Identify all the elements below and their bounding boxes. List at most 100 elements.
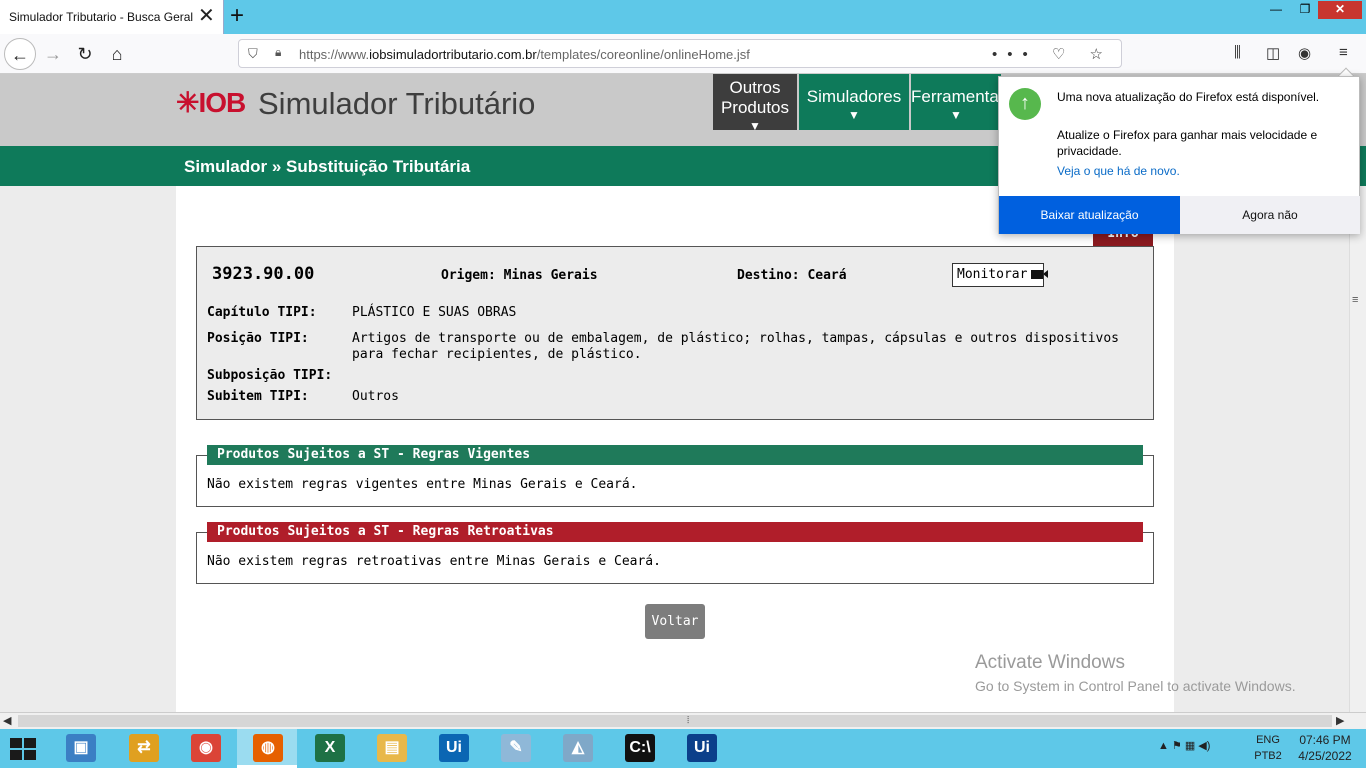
clock-date: 4/25/2022: [1298, 749, 1352, 763]
nav-ferramentas[interactable]: Ferramentas ▼: [911, 74, 1001, 130]
row-value: Outros: [352, 389, 399, 404]
taskbar-app-button[interactable]: ◉: [175, 729, 235, 768]
destination-state: Destino: Ceará: [737, 268, 847, 283]
tray-icons[interactable]: ▲ ⚑ ▦ ◀): [1158, 739, 1210, 752]
scroll-left-icon[interactable]: ◀: [3, 714, 11, 727]
popup-body: Atualize o Firefox para ganhar mais velo…: [1057, 128, 1318, 158]
start-button[interactable]: [10, 738, 38, 762]
clock-time: 07:46 PM: [1299, 733, 1351, 747]
nav-label: Outros Produtos: [720, 78, 790, 117]
nav-label: Ferramentas: [911, 87, 1001, 106]
popup-title: Uma nova atualização do Firefox está dis…: [1057, 90, 1320, 104]
browser-nav-bar: ← → ↻ ⌂ ⛉ 🔒︎ https://www.iobsimuladortri…: [0, 34, 1366, 74]
library-icon[interactable]: ⫼: [1234, 44, 1241, 61]
forward-button[interactable]: →: [37, 38, 69, 70]
site-title: Simulador Tributário: [258, 86, 536, 121]
download-update-button[interactable]: Baixar atualização: [999, 196, 1180, 234]
watermark-title: Activate Windows: [975, 652, 1125, 673]
chevron-down-icon: ▼: [749, 119, 761, 133]
taskbar-app-button[interactable]: Ui: [671, 729, 731, 768]
scroll-thumb[interactable]: ⦙: [18, 715, 1332, 727]
breadcrumb: Simulador » Substituição Tributária: [184, 157, 471, 176]
cmd-icon: C:\: [625, 734, 655, 762]
vertical-scrollbar[interactable]: ≡: [1349, 186, 1366, 712]
new-tab-button[interactable]: +: [230, 2, 244, 30]
lock-icon[interactable]: 🔒︎: [275, 45, 281, 60]
remote-desktop-icon: ⇄: [129, 734, 159, 762]
chevron-down-icon: ▼: [950, 108, 962, 122]
url-bar[interactable]: ⛉ 🔒︎ https://www.iobsimuladortributario.…: [238, 39, 1122, 68]
uipath-icon: Ui: [439, 734, 469, 762]
row-label: Subitem TIPI:: [207, 389, 309, 404]
maximize-button[interactable]: ❐: [1291, 1, 1319, 19]
account-icon[interactable]: ◉: [1298, 44, 1311, 62]
scroll-grip-icon: ⦙: [687, 715, 690, 726]
home-button[interactable]: ⌂: [101, 38, 133, 70]
nav-outros-produtos[interactable]: Outros Produtos ▼: [713, 74, 797, 133]
file-explorer-icon: ▤: [377, 734, 407, 762]
camera-icon: [1031, 270, 1049, 279]
update-popup: ↑ Uma nova atualização do Firefox está d…: [998, 76, 1360, 234]
scroll-grip-icon[interactable]: ≡: [1352, 294, 1358, 306]
rules-current-text: Não existem regras vigentes entre Minas …: [207, 477, 638, 492]
origin-state: Origem: Minas Gerais: [441, 268, 598, 283]
performance-icon: ◭: [563, 734, 593, 762]
close-window-button[interactable]: ✕: [1318, 1, 1362, 19]
lang-line2: PTB2: [1254, 750, 1282, 762]
windows-taskbar: ▣ ⇄ ◉ ◍ X ▤ Ui ✎ ◭ C:\ Ui ▲ ⚑ ▦ ◀) ENG PTB2 07:46 …: [0, 729, 1366, 768]
language-indicator[interactable]: ENG PTB2: [1250, 732, 1286, 764]
excel-icon: X: [315, 734, 345, 762]
row-label: Subposição TIPI:: [207, 368, 333, 383]
rules-current-header: Produtos Sujeitos a ST - Regras Vigentes: [207, 445, 1143, 465]
row-value: Artigos de transporte ou de embalagem, d…: [352, 331, 1120, 362]
network-icon: ▣: [66, 734, 96, 762]
rules-retroactive-header: Produtos Sujeitos a ST - Regras Retroati…: [207, 522, 1143, 542]
rules-retroactive-text: Não existem regras retroativas entre Min…: [207, 554, 661, 569]
tracking-shield-icon[interactable]: ⛉: [248, 46, 258, 62]
notepad-icon: ✎: [501, 734, 531, 762]
watermark-subtitle: Go to System in Control Panel to activat…: [975, 678, 1296, 694]
product-info-box: 3923.90.00 Origem: Minas Gerais Destino:…: [196, 246, 1154, 420]
sidebar-icon[interactable]: ◫: [1266, 44, 1280, 62]
whats-new-link[interactable]: Veja o que há de novo.: [1057, 164, 1180, 178]
uipath-studio-icon: Ui: [687, 734, 717, 762]
activate-windows-watermark: Activate Windows Go to System in Control…: [975, 652, 1296, 694]
minimize-button[interactable]: —: [1262, 1, 1290, 19]
back-button[interactable]: ←: [4, 38, 36, 70]
not-now-button[interactable]: Agora não: [1180, 196, 1360, 234]
browser-tab[interactable]: Simulador Tributario - Busca Geral ✕: [0, 0, 224, 34]
ncm-code: 3923.90.00: [212, 264, 315, 284]
monitor-label: Monitorar: [957, 267, 1028, 282]
firefox-icon: ◍: [253, 734, 283, 762]
chrome-icon: ◉: [191, 734, 221, 762]
taskbar-app-button[interactable]: ⇄: [113, 729, 173, 768]
taskbar-app-button[interactable]: C:\: [609, 729, 669, 768]
menu-icon[interactable]: ≡: [1339, 44, 1348, 61]
tab-title: Simulador Tributario - Busca Geral: [9, 10, 194, 24]
taskbar-app-button[interactable]: ▤: [361, 729, 421, 768]
taskbar-app-button[interactable]: ◍: [237, 729, 297, 768]
taskbar-app-button[interactable]: ▣: [50, 729, 110, 768]
lang-line1: ENG: [1256, 734, 1280, 746]
browser-tab-bar: Simulador Tributario - Busca Geral ✕ + —…: [0, 0, 1366, 34]
page-actions-icons[interactable]: ••• ♡ ☆: [992, 45, 1113, 63]
voltar-button[interactable]: Voltar: [645, 604, 705, 639]
tab-close-icon[interactable]: ✕: [198, 6, 215, 26]
taskbar-app-button[interactable]: ◭: [547, 729, 607, 768]
reload-button[interactable]: ↻: [69, 38, 101, 70]
scroll-right-icon[interactable]: ▶: [1336, 714, 1344, 727]
row-label: Capítulo TIPI:: [207, 305, 317, 320]
monitor-button[interactable]: Monitorar: [952, 263, 1049, 287]
row-label: Posição TIPI:: [207, 331, 309, 346]
horizontal-scrollbar[interactable]: ◀ ⦙ ▶: [0, 712, 1366, 729]
clock[interactable]: 07:46 PM 4/25/2022: [1290, 732, 1360, 764]
taskbar-app-button[interactable]: Ui: [423, 729, 483, 768]
row-value: PLÁSTICO E SUAS OBRAS: [352, 305, 517, 320]
iob-logo[interactable]: ✳IOB: [176, 86, 246, 119]
update-arrow-icon: ↑: [1009, 88, 1041, 120]
taskbar-app-button[interactable]: X: [299, 729, 359, 768]
taskbar-app-button[interactable]: ✎: [485, 729, 545, 768]
nav-simuladores[interactable]: Simuladores ▼: [799, 74, 909, 130]
url-text[interactable]: https://www.iobsimuladortributario.com.b…: [299, 47, 750, 62]
chevron-down-icon: ▼: [848, 108, 860, 122]
